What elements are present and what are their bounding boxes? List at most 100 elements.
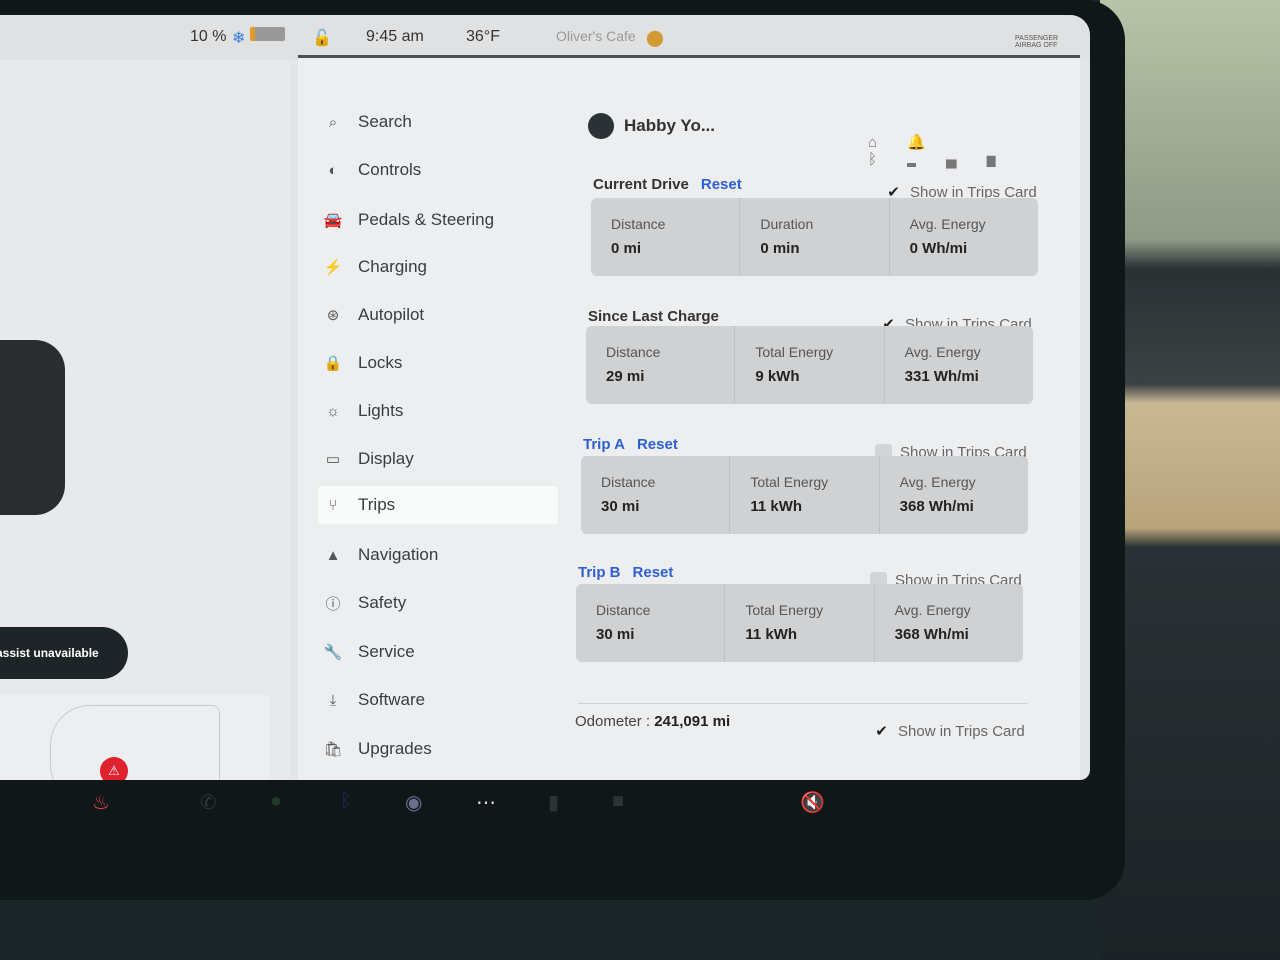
stat-label: Distance xyxy=(606,344,661,360)
reset-button[interactable]: Reset xyxy=(633,564,674,581)
stat-value: 0 mi xyxy=(611,240,642,257)
menu-label: Controls xyxy=(358,160,422,179)
sidebar-item-lights[interactable]: ☼ Lights xyxy=(318,392,558,430)
app-icon[interactable]: ■ xyxy=(612,790,624,813)
stat-cell: Duration 0 min xyxy=(740,198,890,276)
clock: 9:45 am xyxy=(366,28,424,45)
stat-value: 0 Wh/mi xyxy=(909,240,968,257)
section-title: Current Drive Reset xyxy=(593,176,742,193)
settings-panel: ⌕ Search ◐ Controls 🚘 Pedals & Steering ⚡ Charg… xyxy=(298,55,1080,780)
menu-label: Upgrades xyxy=(358,739,432,758)
lock-icon: 🔒 xyxy=(323,355,343,372)
stat-cell: Avg. Energy 0 Wh/mi xyxy=(890,198,1038,276)
trip-stats-card: Distance 30 mi Total Energy 11 kWh Avg. Ener… xyxy=(581,456,1028,534)
reset-button[interactable]: Reset xyxy=(637,436,678,453)
stat-value: 30 mi xyxy=(596,626,635,643)
sidebar-item-upgrades[interactable]: 🛍 Upgrades xyxy=(318,730,558,768)
stat-label: Distance xyxy=(601,474,656,490)
sidebar-item-software[interactable]: ⤓ Software xyxy=(318,681,558,719)
bell-icon[interactable]: 🔔 xyxy=(907,134,956,151)
battery-icon xyxy=(250,27,285,41)
menu-label: Safety xyxy=(358,593,407,612)
stat-label: Total Energy xyxy=(755,344,834,360)
display-icon: ▭ xyxy=(325,451,341,468)
touchscreen: 10 % ❄ 🔓 9:45 am 36°F Oliver's Cafe ⬤ PA… xyxy=(0,15,1090,780)
signal-icon: ▂▄▆ xyxy=(907,151,1026,168)
menu-label: Search xyxy=(358,112,412,131)
wrench-icon: 🔧 xyxy=(323,644,343,661)
trip-stats-card: Distance 30 mi Total Energy 11 kWh Avg. Ener… xyxy=(576,584,1023,662)
stat-value: 30 mi xyxy=(601,498,640,515)
toggle-icon: ◐ xyxy=(328,161,338,179)
bag-icon: 🛍 xyxy=(323,741,343,758)
section-title: Since Last Charge xyxy=(588,308,719,325)
stat-label: Total Energy xyxy=(750,474,829,490)
stat-label: Avg. Energy xyxy=(894,602,971,618)
bluetooth-icon[interactable]: ᛒ xyxy=(868,151,907,168)
menu-label: Locks xyxy=(358,353,403,372)
home-icon[interactable]: ⌂ xyxy=(868,134,907,151)
car-model[interactable] xyxy=(0,340,65,515)
snowflake-icon: ❄ xyxy=(232,30,246,47)
temperature: 36°F xyxy=(466,28,500,45)
stat-value: 368 Wh/mi xyxy=(899,498,974,515)
seat-occupancy-map: ⚠ xyxy=(0,695,270,780)
stat-value: 331 Wh/mi xyxy=(904,368,979,385)
sidebar-item-pedals-steering[interactable]: 🚘 Pedals & Steering xyxy=(318,201,558,239)
sidebar-item-safety[interactable]: ⓘ Safety xyxy=(318,584,558,622)
menu-label: Software xyxy=(358,690,426,709)
sidebar-item-navigation[interactable]: ▲ Navigation xyxy=(318,536,558,574)
camera-icon[interactable]: ◉ xyxy=(405,790,422,815)
menu-label: Pedals & Steering xyxy=(358,210,495,229)
odometer-show-checkbox[interactable]: ✔ Show in Trips Card xyxy=(873,723,1025,740)
sidebar-item-service[interactable]: 🔧 Service xyxy=(318,633,558,671)
menu-label: Navigation xyxy=(358,545,439,564)
sidebar-item-display[interactable]: ▭ Display xyxy=(318,440,558,478)
stat-cell: Total Energy 11 kWh xyxy=(725,584,875,662)
stat-cell: Distance 0 mi xyxy=(591,198,741,276)
menu-label: Service xyxy=(358,642,415,661)
car-interior-background xyxy=(1100,0,1280,960)
profile-name: Habby Yo... xyxy=(624,116,716,135)
driver-profile[interactable]: Habby Yo... xyxy=(588,113,715,139)
download-icon: ⤓ xyxy=(329,691,337,709)
bottom-dock: ♨ ✆ ● ᛒ ◉ ⋯ ▮ ■ 🔇 xyxy=(0,780,1090,840)
sidebar-item-locks[interactable]: 🔒 Locks xyxy=(318,344,558,382)
more-apps-icon[interactable]: ⋯ xyxy=(476,790,496,815)
odometer-value: 241,091 mi xyxy=(654,713,731,730)
stat-cell: Distance 29 mi xyxy=(586,326,736,404)
map-poi[interactable]: Oliver's Cafe xyxy=(556,28,636,44)
bluetooth-icon[interactable]: ᛒ xyxy=(340,790,352,813)
stat-cell: Avg. Energy 368 Wh/mi xyxy=(880,456,1028,534)
status-bar: 10 % ❄ 🔓 9:45 am 36°F Oliver's Cafe ⬤ PA… xyxy=(0,15,1090,60)
sidebar-item-search[interactable]: ⌕ Search xyxy=(318,103,558,141)
sidebar-item-charging[interactable]: ⚡ Charging xyxy=(318,248,558,286)
spotify-icon[interactable]: ● xyxy=(270,790,282,813)
steering-wheel-icon: ⊛ xyxy=(326,307,340,324)
sun-icon: ☼ xyxy=(326,402,340,420)
sidebar-item-controls[interactable]: ◐ Controls xyxy=(318,151,558,189)
menu-label: Display xyxy=(358,449,414,468)
stat-value: 11 kWh xyxy=(750,498,803,515)
stat-value: 29 mi xyxy=(606,368,645,385)
checkbox-icon[interactable]: ✔ xyxy=(873,723,890,740)
reset-button[interactable]: Reset xyxy=(701,176,742,193)
stat-value: 9 kWh xyxy=(755,368,800,385)
section-title: Trip A Reset xyxy=(583,436,678,453)
trip-stats-card: Distance 0 mi Duration 0 min Avg. Energy 0 Wh… xyxy=(591,198,1038,276)
sidebar-item-trips[interactable]: ⑂ Trips xyxy=(318,486,558,524)
lock-open-icon[interactable]: 🔓 xyxy=(312,28,332,48)
mute-icon[interactable]: 🔇 xyxy=(800,790,825,815)
sidebar-item-autopilot[interactable]: ⊛ Autopilot xyxy=(318,296,558,334)
seat-diagram xyxy=(50,705,220,780)
menu-label: Charging xyxy=(358,257,427,276)
stat-cell: Avg. Energy 368 Wh/mi xyxy=(875,584,1023,662)
stat-cell: Distance 30 mi xyxy=(581,456,731,534)
menu-label: Lights xyxy=(358,401,404,420)
stat-label: Total Energy xyxy=(745,602,824,618)
phone-icon[interactable]: ✆ xyxy=(200,790,217,815)
seat-heater-icon[interactable]: ♨ xyxy=(92,790,110,815)
app-icon[interactable]: ▮ xyxy=(548,790,559,815)
trip-stats-card: Distance 29 mi Total Energy 9 kWh Avg. Energ… xyxy=(586,326,1033,404)
car-icon: 🚘 xyxy=(323,212,343,229)
